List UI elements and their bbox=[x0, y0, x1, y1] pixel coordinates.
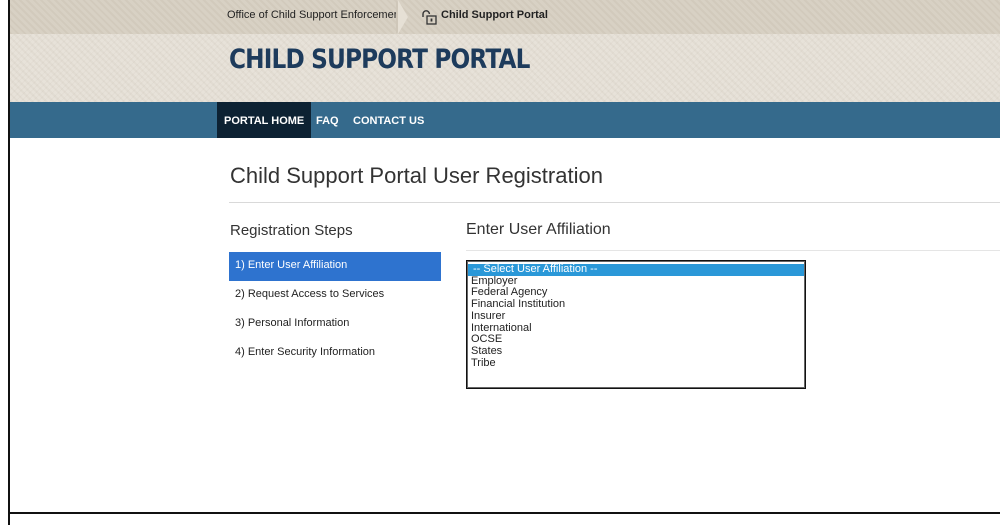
affiliation-option-financial-institution[interactable]: Financial Institution bbox=[468, 298, 804, 311]
affiliation-heading: Enter User Affiliation bbox=[466, 221, 611, 238]
affiliation-option-tribe[interactable]: Tribe bbox=[468, 357, 804, 370]
steps-heading: Registration Steps bbox=[230, 222, 353, 239]
unlock-icon bbox=[422, 10, 437, 25]
step-enter-user-affiliation[interactable]: 1) Enter User Affiliation bbox=[229, 252, 441, 281]
nav-contact-us[interactable]: CONTACT US bbox=[353, 102, 424, 138]
breadcrumb-separator bbox=[396, 0, 420, 34]
step-request-access[interactable]: 2) Request Access to Services bbox=[229, 281, 441, 310]
site-title[interactable]: CHILD SUPPORT PORTAL bbox=[229, 44, 530, 75]
user-affiliation-select[interactable]: -- Select User Affiliation -- Employer F… bbox=[466, 260, 806, 389]
affiliation-option-international[interactable]: International bbox=[468, 322, 804, 335]
nav-portal-home[interactable]: PORTAL HOME bbox=[217, 102, 312, 138]
breadcrumb: Office of Child Support Enforcement Chil… bbox=[10, 0, 1000, 34]
main-nav: PORTAL HOME FAQ CONTACT US bbox=[10, 102, 1000, 138]
affiliation-option-insurer[interactable]: Insurer bbox=[468, 310, 804, 323]
step-security-information[interactable]: 4) Enter Security Information bbox=[229, 339, 441, 368]
registration-steps: 1) Enter User Affiliation 2) Request Acc… bbox=[229, 252, 441, 368]
affiliation-option-ocse[interactable]: OCSE bbox=[468, 334, 804, 346]
step-personal-information[interactable]: 3) Personal Information bbox=[229, 310, 441, 339]
breadcrumb-root-link[interactable]: Office of Child Support Enforcement bbox=[227, 9, 403, 21]
nav-faq[interactable]: FAQ bbox=[316, 102, 339, 138]
affiliation-option-states[interactable]: States bbox=[468, 345, 804, 358]
window-bottom-border bbox=[8, 512, 1000, 514]
affiliation-option-placeholder[interactable]: -- Select User Affiliation -- bbox=[468, 263, 804, 276]
page-title: Child Support Portal User Registration bbox=[230, 163, 603, 188]
title-divider bbox=[229, 202, 1000, 203]
section-divider bbox=[466, 250, 1000, 251]
breadcrumb-current: Child Support Portal bbox=[441, 9, 548, 21]
